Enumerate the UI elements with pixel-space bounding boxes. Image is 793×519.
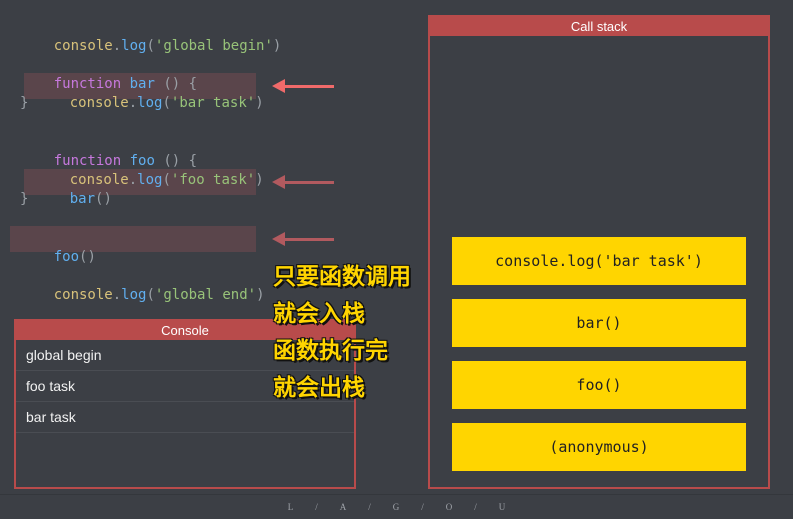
caption-line: 就会入栈 <box>273 301 365 327</box>
footer-separator: / <box>421 502 424 512</box>
footer-letter: U <box>498 502 506 512</box>
stack-frame: foo() <box>452 361 746 409</box>
caption-overlay: 只要函数调用 就会入栈 函数执行完 就会出栈 <box>273 259 411 407</box>
code-line-global-begin: console.log('global begin') <box>53 38 282 54</box>
caption-line: 只要函数调用 <box>273 264 411 290</box>
footer-separator: / <box>474 502 477 512</box>
footer-separator: / <box>315 502 318 512</box>
footer-letter: L <box>287 502 294 512</box>
footer-watermark: L / A / G / O / U <box>0 494 793 519</box>
code-line-foo-close: } <box>20 191 29 207</box>
footer-letter: O <box>445 502 453 512</box>
caption-line: 函数执行完 <box>273 338 388 364</box>
call-stack-panel-title: Call stack <box>430 17 768 36</box>
code-line-bar-task: console.log('bar task') <box>69 95 264 111</box>
call-stack-panel: Call stack console.log('bar task') bar()… <box>428 15 770 489</box>
stack-frame: (anonymous) <box>452 423 746 471</box>
code-line-global-end: console.log('global end') <box>53 287 265 303</box>
stack-frame: console.log('bar task') <box>452 237 746 285</box>
code-line-foo-call: foo() <box>53 249 96 265</box>
arrow-inactive-icon <box>272 175 334 189</box>
stack-frame: bar() <box>452 299 746 347</box>
code-line-bar-close: } <box>20 95 29 111</box>
code-line-function-bar: function bar () { <box>53 76 198 92</box>
arrow-inactive-icon <box>272 232 334 246</box>
footer-letter: G <box>392 502 400 512</box>
code-line-bar-call: bar() <box>69 191 112 207</box>
arrow-active-icon <box>272 79 334 93</box>
caption-line: 就会出栈 <box>273 375 365 401</box>
code-line-foo-task: console.log('foo task') <box>69 172 264 188</box>
footer-separator: / <box>368 502 371 512</box>
code-line-function-foo: function foo () { <box>53 153 198 169</box>
footer-letter: A <box>339 502 347 512</box>
